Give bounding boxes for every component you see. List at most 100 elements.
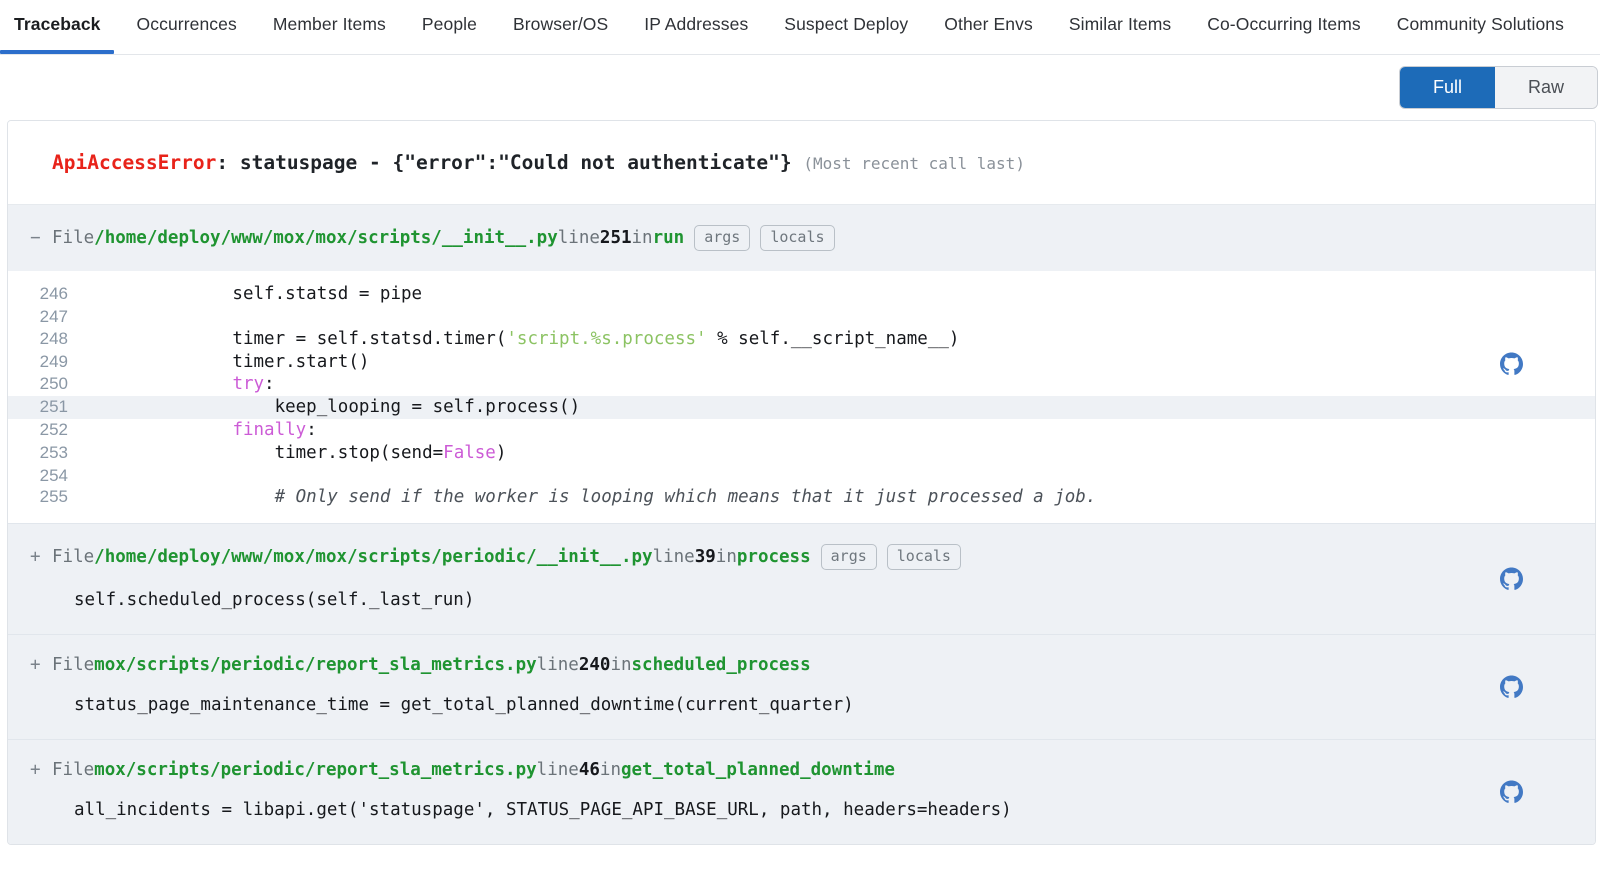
code-line: 254 <box>8 465 1595 487</box>
tab-traceback[interactable]: Traceback <box>0 0 113 54</box>
code-line: 250 try: <box>8 373 1595 396</box>
tab-suspect-deploy[interactable]: Suspect Deploy <box>784 0 908 53</box>
code-token: False <box>443 442 496 463</box>
code-line: 247 <box>8 306 1595 328</box>
frame-function-name: get_total_planned_downtime <box>620 760 895 781</box>
full-view-button[interactable]: Full <box>1399 66 1495 109</box>
code-token: timer = self.statsd.timer( <box>106 328 507 349</box>
tab-ip-addresses[interactable]: IP Addresses <box>644 0 748 53</box>
frame-header[interactable]: − File /home/deploy/www/mox/mox/scripts/_… <box>8 205 1595 271</box>
frame-line-number: 46 <box>578 760 600 781</box>
line-keyword: line <box>536 655 579 676</box>
expand-icon[interactable]: + <box>30 655 52 675</box>
args-button[interactable]: args <box>694 225 751 252</box>
code-line-number: 246 <box>39 284 68 304</box>
code-line-source: timer.start() <box>68 352 369 374</box>
frame-header[interactable]: + File /home/deploy/www/mox/mox/scripts/p… <box>8 524 1595 590</box>
code-token: self.statsd = pipe <box>106 284 423 305</box>
code-line-number: 252 <box>39 420 68 440</box>
code-line-number: 250 <box>39 374 68 394</box>
file-keyword: File <box>52 655 95 676</box>
exception-type: ApiAccessError <box>52 151 217 174</box>
frame-code-preview: all_incidents = libapi.get('statuspage',… <box>74 800 1012 821</box>
code-line-source: self.statsd = pipe <box>68 284 422 306</box>
in-keyword: in <box>610 655 632 676</box>
tab-label: People <box>421 14 477 34</box>
code-token: # Only send if the worker is looping whi… <box>274 487 1097 508</box>
exception-note: (Most recent call last) <box>803 154 1025 173</box>
in-keyword: in <box>715 547 737 568</box>
in-keyword: in <box>599 760 621 781</box>
frame-header[interactable]: + File mox/scripts/periodic/report_sla_me… <box>8 740 1595 800</box>
frame-function-name: process <box>736 547 811 568</box>
code-line-source: # Only send if the worker is looping whi… <box>68 487 1097 509</box>
locals-button[interactable]: locals <box>760 225 835 252</box>
frame-code-preview: status_page_maintenance_time = get_total… <box>74 695 854 716</box>
code-token: try <box>232 374 265 395</box>
collapse-icon[interactable]: − <box>30 228 52 248</box>
expand-icon[interactable]: + <box>30 547 52 567</box>
github-icon[interactable] <box>1500 780 1523 804</box>
tab-similar-items[interactable]: Similar Items <box>1069 0 1171 53</box>
code-line: 253 timer.stop(send=False) <box>8 442 1595 465</box>
code-line: 255 # Only send if the worker is looping… <box>8 486 1595 509</box>
code-token: 'script.%s.process' <box>506 328 707 349</box>
code-token: finally <box>232 420 307 441</box>
code-line-number: 254 <box>39 465 68 485</box>
tab-other-envs[interactable]: Other Envs <box>944 0 1033 53</box>
file-keyword: File <box>52 547 95 568</box>
raw-view-button[interactable]: Raw <box>1494 66 1597 109</box>
tab-co-occurring-items[interactable]: Co-Occurring Items <box>1207 0 1361 53</box>
frame-filename: /home/deploy/www/mox/mox/scripts/periodi… <box>94 547 653 568</box>
traceback-frame: + File mox/scripts/periodic/report_sla_me… <box>8 635 1595 741</box>
frame-line-number: 39 <box>694 547 716 568</box>
traceback-frame: + File mox/scripts/periodic/report_sla_me… <box>8 740 1595 845</box>
code-line-source: finally: <box>68 420 316 442</box>
code-line: 246 self.statsd = pipe <box>8 283 1595 306</box>
code-line-source: try: <box>68 374 274 396</box>
code-token: keep_looping = self.process() <box>106 397 581 418</box>
code-token: ) <box>495 442 507 463</box>
file-keyword: File <box>52 760 95 781</box>
frame-line-number: 240 <box>578 655 611 676</box>
source-code-block: 246 self.statsd = pipe 247 248 timer = sel… <box>8 271 1595 524</box>
traceback-frame: + File /home/deploy/www/mox/mox/scripts/p… <box>8 524 1595 636</box>
file-keyword: File <box>52 228 95 249</box>
github-icon[interactable] <box>1500 675 1523 699</box>
frame-filename: mox/scripts/periodic/report_sla_metrics.… <box>94 655 537 676</box>
code-line-number: 251 <box>39 397 68 417</box>
tab-label: Member Items <box>272 14 386 34</box>
tab-browser-os[interactable]: Browser/OS <box>513 0 608 53</box>
frame-function-name: run <box>652 228 685 249</box>
view-mode-row: Full Raw <box>0 55 1600 120</box>
tab-label: Community Solutions <box>1396 14 1564 34</box>
args-button[interactable]: args <box>820 544 877 571</box>
code-line-number: 249 <box>39 351 68 371</box>
locals-button[interactable]: locals <box>886 544 961 571</box>
tab-label: Co-Occurring Items <box>1207 14 1361 34</box>
code-line-number: 253 <box>39 442 68 462</box>
tab-community-solutions[interactable]: Community Solutions <box>1397 0 1564 53</box>
github-icon[interactable] <box>1500 352 1523 376</box>
view-mode-toggle[interactable]: Full Raw <box>1399 66 1597 109</box>
tab-occurrences[interactable]: Occurrences <box>137 0 237 53</box>
exception-separator: : <box>216 151 240 174</box>
tab-member-items[interactable]: Member Items <box>273 0 386 53</box>
tab-people[interactable]: People <box>422 0 477 53</box>
frame-header[interactable]: + File mox/scripts/periodic/report_sla_me… <box>8 635 1595 695</box>
line-keyword: line <box>536 760 579 781</box>
code-token: timer.start() <box>106 351 370 372</box>
github-icon[interactable] <box>1500 567 1523 591</box>
frame-filename: /home/deploy/www/mox/mox/scripts/__init_… <box>94 228 558 249</box>
exception-value: statuspage - {"error":"Could not authent… <box>239 151 792 174</box>
traceback-panel: ApiAccessError: statuspage - {"error":"C… <box>7 120 1596 846</box>
in-keyword: in <box>631 228 653 249</box>
tab-label: Browser/OS <box>512 14 609 34</box>
expand-icon[interactable]: + <box>30 760 52 780</box>
code-line-current: 251 keep_looping = self.process() <box>8 396 1595 420</box>
code-line-source: timer = self.statsd.timer('script.%s.pro… <box>68 329 959 351</box>
traceback-frame: − File /home/deploy/www/mox/mox/scripts/_… <box>8 205 1595 525</box>
